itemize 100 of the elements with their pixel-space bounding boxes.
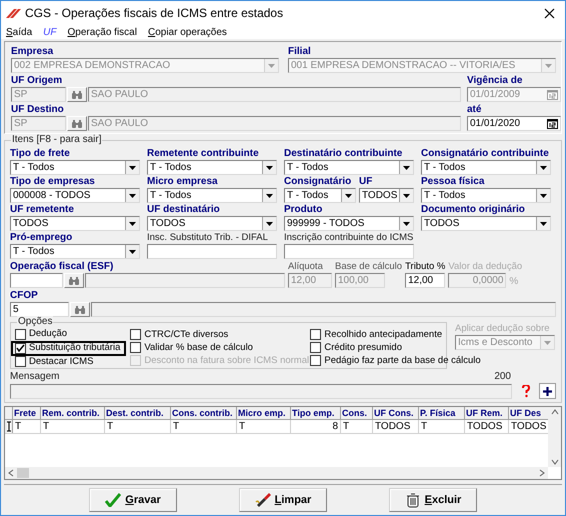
dropdown[interactable]: 999999 - TODOS bbox=[284, 216, 414, 231]
dropdown-arrow-icon bbox=[539, 192, 548, 198]
column-header[interactable]: UF Rem. bbox=[465, 407, 509, 419]
dropdown[interactable]: T - Todos bbox=[284, 160, 414, 175]
message-field[interactable] bbox=[10, 384, 512, 398]
dropdown-arrow-icon bbox=[265, 192, 274, 198]
text-field[interactable] bbox=[85, 273, 285, 288]
field-label: Valor da dedução bbox=[448, 260, 522, 273]
scroll-down-icon bbox=[550, 459, 558, 465]
dropdown[interactable]: T - Todos bbox=[10, 160, 140, 175]
search-button[interactable] bbox=[67, 116, 87, 131]
dropdown[interactable]: T - Todos bbox=[10, 244, 140, 259]
field-label: Remetente contribuinte bbox=[147, 147, 260, 160]
checkbox[interactable] bbox=[130, 342, 142, 353]
column-header[interactable]: Dest. contrib. bbox=[105, 407, 171, 419]
table-cell: T bbox=[171, 420, 237, 433]
character-counter: 200 bbox=[494, 371, 511, 383]
help-icon bbox=[521, 384, 532, 398]
checkbox[interactable] bbox=[15, 356, 26, 368]
column-header[interactable]: Cons. bbox=[341, 407, 373, 419]
dropdown[interactable]: 000008 - TODOS bbox=[10, 188, 140, 203]
menu-item[interactable]: Copiar operações bbox=[148, 26, 227, 38]
dropdown[interactable]: T - Todos bbox=[421, 160, 551, 175]
dropdown-arrow-icon bbox=[128, 248, 137, 254]
checkbox[interactable] bbox=[310, 355, 322, 366]
menu-item[interactable]: Saída bbox=[6, 26, 32, 38]
table-cell: TODOS bbox=[373, 420, 419, 433]
checkbox[interactable] bbox=[310, 329, 322, 340]
search-button[interactable] bbox=[67, 87, 87, 102]
checkbox[interactable] bbox=[130, 329, 142, 340]
dropdown[interactable]: T - Todos bbox=[147, 188, 277, 203]
checkbox[interactable] bbox=[15, 342, 26, 354]
brush-icon bbox=[254, 492, 271, 508]
table-cell: T bbox=[419, 420, 465, 433]
dropdown[interactable]: TODOS bbox=[421, 216, 551, 231]
action-button[interactable]: Gravar bbox=[89, 488, 177, 512]
search-button[interactable] bbox=[64, 273, 84, 288]
text-field[interactable] bbox=[91, 302, 556, 317]
table-cell: T bbox=[237, 420, 291, 433]
text-cursor-icon bbox=[6, 421, 12, 432]
dropdown-arrow-icon bbox=[539, 164, 548, 170]
column-header[interactable]: Cons. contrib. bbox=[171, 407, 237, 419]
text-field[interactable]: 5 bbox=[10, 302, 70, 317]
column-header[interactable]: Rem. contrib. bbox=[41, 407, 105, 419]
field-label: Consignatário contribuinte bbox=[421, 147, 550, 160]
vertical-scrollbar[interactable] bbox=[548, 407, 561, 467]
field-label: Operação fiscal (ESF) bbox=[10, 260, 114, 273]
menu-item[interactable]: Operação fiscal bbox=[67, 26, 137, 38]
group-title: Opções bbox=[17, 316, 54, 328]
action-button[interactable]: Excluir bbox=[389, 488, 477, 512]
action-button[interactable]: Limpar bbox=[239, 488, 327, 512]
dropdown-arrow-icon bbox=[128, 164, 137, 170]
scroll-thumb[interactable] bbox=[17, 468, 29, 478]
column-header[interactable]: Tipo emp. bbox=[291, 407, 341, 419]
checkbox-label: Dedução bbox=[29, 328, 68, 340]
field-label: Base de cálculo bbox=[335, 260, 402, 273]
horizontal-scrollbar[interactable] bbox=[5, 467, 548, 479]
text-field[interactable] bbox=[147, 244, 277, 259]
menu-item[interactable]: UF bbox=[43, 26, 56, 38]
window-title: CGS - Operações fiscais de ICMS entre estados bbox=[25, 5, 284, 22]
checkbox-label: Desconto na fatura sobre ICMS normal bbox=[144, 354, 310, 366]
add-button[interactable] bbox=[539, 383, 556, 399]
field-label: Pró-emprego bbox=[10, 231, 74, 244]
checkbox[interactable] bbox=[15, 328, 26, 340]
plus-icon bbox=[543, 386, 552, 396]
field-label: Produto bbox=[284, 203, 324, 216]
checkbox-label: Pedágio faz parte da base de cálculo bbox=[324, 354, 481, 366]
table-cell: 8 bbox=[291, 420, 341, 433]
dropdown-arrow-icon bbox=[265, 164, 274, 170]
field-label: Aplicar dedução sobre bbox=[455, 322, 551, 335]
trash-can-icon bbox=[404, 492, 421, 508]
field-label: Tipo de empresas bbox=[10, 175, 96, 188]
table-cell: T bbox=[41, 420, 105, 433]
column-header[interactable]: P. Física bbox=[419, 407, 465, 419]
dropdown[interactable]: T - Todos bbox=[421, 188, 551, 203]
search-button[interactable] bbox=[70, 302, 90, 317]
dropdown[interactable]: TODOS bbox=[359, 188, 414, 203]
column-header[interactable]: Frete bbox=[13, 407, 41, 419]
column-header[interactable]: UF Cons. bbox=[373, 407, 419, 419]
table-cell: TODOS bbox=[465, 420, 509, 433]
dropdown[interactable]: T - Todos bbox=[284, 188, 356, 203]
field-label: Inscrição contribuinte do ICMS bbox=[284, 231, 414, 244]
column-header[interactable]: Micro emp. bbox=[237, 407, 291, 419]
text-field[interactable]: 12,00 bbox=[405, 273, 446, 288]
text-field[interactable] bbox=[10, 273, 63, 288]
table-cell: T bbox=[105, 420, 171, 433]
dropdown[interactable]: T - Todos bbox=[147, 160, 277, 175]
dropdown[interactable]: TODOS bbox=[147, 216, 277, 231]
checkbox-label: Destacar ICMS bbox=[29, 356, 94, 368]
field-label: Consignatário bbox=[284, 175, 352, 188]
binoculars-icon bbox=[71, 118, 83, 128]
checkbox[interactable] bbox=[310, 342, 322, 353]
field-label: UF Origem bbox=[11, 74, 64, 87]
dropdown-arrow-icon bbox=[402, 164, 411, 170]
dropdown[interactable]: TODOS bbox=[10, 216, 140, 231]
date-field[interactable]: 01/01/2020 bbox=[467, 116, 561, 131]
dropdown-arrow-icon bbox=[539, 220, 548, 226]
dropdown-arrow-icon bbox=[544, 62, 553, 68]
checkbox-label: Validar % base de cálculo bbox=[144, 342, 253, 354]
text-field[interactable] bbox=[284, 244, 414, 259]
